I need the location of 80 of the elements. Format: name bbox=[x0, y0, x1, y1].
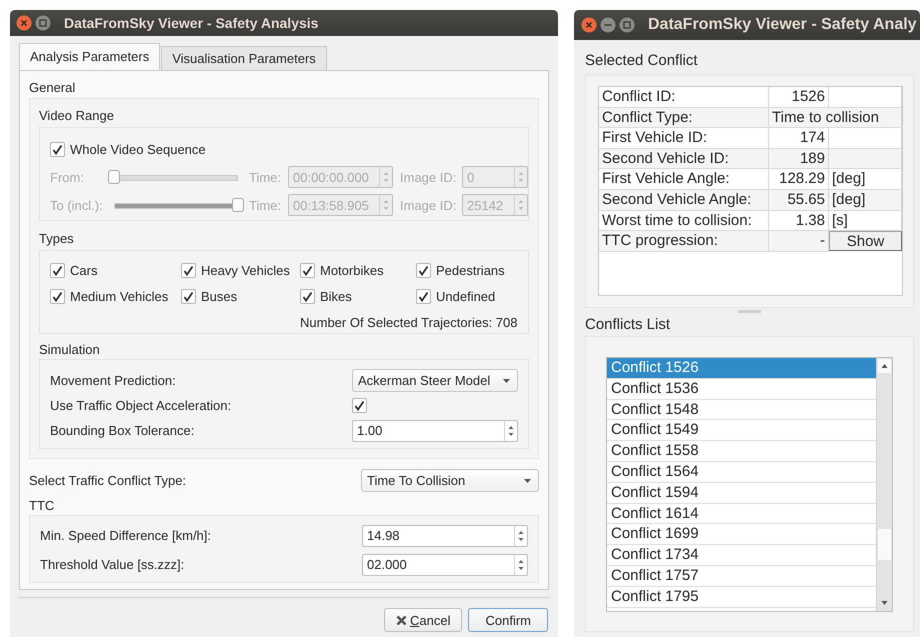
table-cell: Conflict Type: bbox=[599, 108, 769, 128]
scrollbar[interactable] bbox=[876, 358, 892, 611]
section-title: Conflicts List bbox=[585, 316, 672, 334]
checkbox[interactable] bbox=[50, 142, 65, 156]
checkbox-label: Buses bbox=[201, 288, 238, 304]
section-title: Video Range bbox=[39, 107, 115, 125]
checkbox-label: Medium Vehicles bbox=[70, 288, 168, 304]
section-title: TTC bbox=[29, 497, 56, 515]
show-button[interactable]: Show bbox=[829, 231, 902, 252]
table-cell: TTC progression: bbox=[599, 231, 769, 252]
table-cell: Time to collision bbox=[769, 108, 902, 128]
list-item[interactable]: Conflict 1548 bbox=[607, 400, 876, 420]
list-item[interactable]: Conflict 1699 bbox=[607, 524, 876, 546]
field-label: Min. Speed Difference [km/h]: bbox=[40, 528, 212, 543]
cancel-button[interactable]: Cancel bbox=[384, 608, 462, 632]
list-item[interactable]: Conflict 1549 bbox=[607, 420, 876, 442]
checkbox-label: Motorbikes bbox=[320, 262, 384, 278]
maximize-icon[interactable] bbox=[619, 17, 635, 33]
checkbox[interactable] bbox=[416, 262, 431, 278]
spin-box[interactable]: 1.00 bbox=[352, 420, 518, 442]
spin-box[interactable]: 02.000 bbox=[362, 554, 528, 576]
checkbox-label: Pedestrians bbox=[436, 262, 505, 278]
checkbox[interactable] bbox=[181, 262, 196, 278]
close-icon bbox=[396, 614, 408, 626]
field-label: Bounding Box Tolerance: bbox=[50, 423, 194, 438]
field-label: Select Traffic Conflict Type: bbox=[29, 473, 186, 488]
field-label: From: bbox=[50, 170, 85, 184]
checkbox-label: Whole Video Sequence bbox=[70, 142, 206, 156]
checkbox[interactable] bbox=[50, 262, 65, 278]
maximize-icon[interactable] bbox=[35, 15, 51, 31]
section-title: Selected Conflict bbox=[585, 52, 699, 70]
checkbox-label: Undefined bbox=[436, 288, 496, 304]
checkbox-label: Heavy Vehicles bbox=[201, 262, 290, 278]
table-cell: [deg] bbox=[829, 190, 902, 211]
caret-icon bbox=[502, 378, 511, 384]
list-item[interactable]: Conflict 1558 bbox=[607, 441, 876, 462]
section-title: Types bbox=[39, 230, 75, 248]
list-item[interactable]: Conflict 1564 bbox=[607, 462, 876, 483]
field-label: Image ID: bbox=[400, 198, 458, 212]
close-icon[interactable] bbox=[16, 15, 32, 31]
tab[interactable]: Visualisation Parameters bbox=[161, 46, 327, 70]
field-label: Time: bbox=[249, 198, 282, 212]
caret-icon bbox=[523, 478, 532, 484]
field-label: Movement Prediction: bbox=[50, 373, 176, 388]
field-label: Use Traffic Object Acceleration: bbox=[50, 398, 232, 413]
window-title: DataFromSky Viewer - Safety Analy bbox=[648, 16, 917, 34]
table-cell: 189 bbox=[769, 148, 829, 170]
section-title: General bbox=[29, 79, 76, 97]
table-cell: Second Vehicle ID: bbox=[599, 148, 769, 170]
table-cell: Second Vehicle Angle: bbox=[599, 190, 769, 211]
checkbox[interactable] bbox=[352, 398, 367, 413]
list-item[interactable]: Conflict 1734 bbox=[607, 545, 876, 566]
checkbox[interactable] bbox=[50, 288, 65, 304]
list-item[interactable]: Conflict 1757 bbox=[607, 566, 876, 587]
checkbox-label: Cars bbox=[70, 262, 98, 278]
list-item[interactable]: Conflict 1536 bbox=[607, 378, 876, 400]
tab[interactable]: Analysis Parameters bbox=[19, 43, 160, 70]
checkbox[interactable] bbox=[416, 288, 431, 304]
list-item[interactable]: Conflict 1614 bbox=[607, 504, 876, 524]
checkbox[interactable] bbox=[300, 262, 315, 278]
dropdown[interactable]: Time To Collision bbox=[361, 469, 539, 492]
list-item[interactable]: Conflict 1795 bbox=[607, 586, 876, 608]
field-label: Image ID: bbox=[400, 170, 458, 184]
checkbox-label: Bikes bbox=[320, 288, 352, 304]
list-item[interactable]: Conflict 1594 bbox=[607, 482, 876, 504]
checkbox[interactable] bbox=[181, 288, 196, 304]
minimize-icon[interactable] bbox=[600, 17, 616, 33]
trajectory-count: Number Of Selected Trajectories: 708 bbox=[300, 314, 518, 330]
window-title: DataFromSky Viewer - Safety Analysis bbox=[64, 15, 318, 31]
close-icon[interactable] bbox=[581, 17, 597, 33]
confirm-button[interactable]: Confirm bbox=[468, 608, 548, 632]
checkbox[interactable] bbox=[300, 288, 315, 304]
table-cell: 55.65 bbox=[769, 190, 829, 211]
spin-box[interactable]: 14.98 bbox=[362, 524, 528, 546]
section-title: Simulation bbox=[39, 341, 101, 359]
list-item[interactable]: Conflict 1526 bbox=[607, 358, 876, 379]
field-label: Time: bbox=[249, 170, 282, 184]
field-label: Threshold Value [ss.zzz]: bbox=[40, 557, 184, 572]
dropdown[interactable]: Ackerman Steer Model bbox=[352, 369, 518, 392]
field-label: To (incl.): bbox=[50, 198, 104, 212]
